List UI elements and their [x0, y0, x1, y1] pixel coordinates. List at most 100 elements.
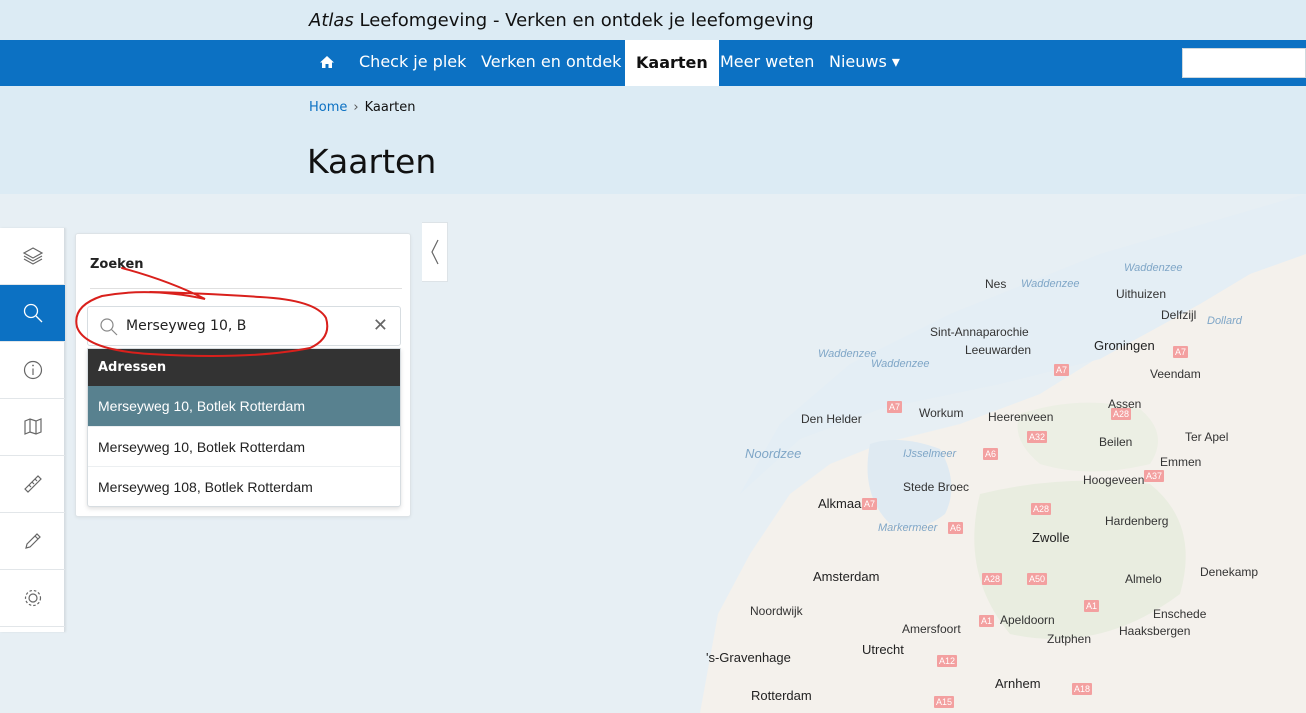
layers-icon [22, 247, 43, 265]
nav-check-je-plek[interactable]: Check je plek [359, 52, 466, 71]
map-label-place: Rotterdam [751, 688, 812, 703]
map-road-shield: A6 [948, 522, 964, 534]
home-icon[interactable] [319, 54, 335, 70]
map-label-place: Zwolle [1032, 530, 1070, 545]
map-road-shield: A7 [1173, 346, 1189, 358]
map-label-place: Veendam [1150, 367, 1201, 381]
result-item[interactable]: Merseyweg 10, Botlek Rotterdam [88, 426, 400, 466]
breadcrumb-current: Kaarten [364, 100, 416, 115]
site-title-text: Leefomgeving - Verken en ontdek je leefo… [353, 10, 814, 31]
page-title: Kaarten [307, 142, 437, 181]
site-title-brand: Atlas [309, 10, 354, 31]
map-label-water: IJsselmeer [903, 448, 957, 460]
ruler-icon [23, 475, 42, 493]
map-label-place: Hoogeveen [1083, 473, 1145, 487]
map-label-place: Workum [919, 406, 964, 420]
settings-button[interactable] [0, 570, 65, 627]
map-road-shield: A1 [1084, 600, 1100, 612]
map-label-place: Noordwijk [750, 604, 803, 618]
pencil-icon [24, 533, 41, 549]
map-road-shield: A7 [862, 498, 878, 510]
clear-search-icon[interactable]: ✕ [373, 315, 388, 336]
nav-nieuws-dropdown[interactable]: Nieuws ▾ [829, 52, 900, 71]
map-label-water: Waddenzee [1021, 278, 1080, 290]
search-icon [23, 303, 42, 323]
map-label-place: Uithuizen [1116, 287, 1167, 301]
draw-button[interactable] [0, 513, 65, 570]
divider [90, 288, 402, 289]
map-label-place: Nes [985, 277, 1007, 291]
map-road-shield: A7 [1054, 364, 1070, 376]
map-label-water: Waddenzee [818, 348, 877, 360]
map-label-place: 's-Gravenhage [706, 650, 791, 665]
map-label-place: Sint-Annaparochie [930, 325, 1029, 339]
map-label-water: Dollard [1207, 315, 1242, 327]
site-title-bar: Atlas Leefomgeving - Verken en ontdek je… [0, 0, 1306, 40]
legend-button[interactable] [0, 399, 65, 456]
map-road-shield: A37 [1144, 470, 1165, 482]
map-label-sea: Noordzee [745, 446, 802, 461]
chevron-left-icon [430, 239, 439, 265]
map-label-place: Stede Broec [903, 480, 970, 494]
search-results-dropdown: Adressen Merseyweg 10, Botlek Rotterdam … [87, 348, 401, 507]
info-button[interactable] [0, 342, 65, 399]
map-label-place: Delfzijl [1161, 308, 1197, 322]
map-label-place: Haaksbergen [1119, 624, 1191, 638]
map-label-place: Arnhem [995, 676, 1041, 691]
map-label-place: Ter Apel [1185, 430, 1229, 444]
map-label-place: Leeuwarden [965, 343, 1032, 357]
address-search-input[interactable]: Merseyweg 10, B ✕ [87, 306, 401, 346]
map-label-place: Utrecht [862, 642, 904, 657]
layers-button[interactable] [0, 228, 65, 285]
measure-button[interactable] [0, 456, 65, 513]
nav-meer-weten[interactable]: Meer weten [720, 52, 814, 71]
search-tool-button[interactable] [0, 285, 65, 342]
map-label-water: Waddenzee [871, 358, 930, 370]
settings-icon [24, 589, 41, 607]
map-road-shield: A6 [983, 448, 999, 460]
collapse-panel-button[interactable] [422, 222, 448, 282]
map-label-place: Groningen [1094, 338, 1155, 353]
site-title: Atlas Leefomgeving - Verken en ontdek je… [309, 10, 814, 31]
map-legend-icon [23, 418, 42, 435]
search-input-value[interactable]: Merseyweg 10, B [126, 318, 246, 334]
map-road-shield: A1 [979, 615, 995, 627]
info-icon [23, 360, 42, 380]
map-label-water: Markermeer [878, 522, 938, 534]
site-search-input[interactable] [1182, 48, 1306, 78]
map-road-shield: A28 [1031, 503, 1052, 515]
map-label-place: Enschede [1153, 607, 1207, 621]
map-label-place: Zutphen [1047, 632, 1092, 646]
map-road-shield: A18 [1072, 683, 1093, 695]
breadcrumb-home[interactable]: Home [309, 100, 347, 115]
map-road-shield: A15 [934, 696, 955, 708]
map-label-place: Heerenveen [988, 410, 1054, 424]
map-road-shield: A7 [887, 401, 903, 413]
nav-kaarten[interactable]: Kaarten [625, 40, 719, 86]
map-road-shield: A50 [1027, 573, 1048, 585]
map-label-place: Hardenberg [1105, 514, 1169, 528]
result-item[interactable]: Merseyweg 10, Botlek Rotterdam [88, 386, 400, 426]
map-label-place: Almelo [1125, 572, 1162, 586]
page-header: Home › Kaarten Kaarten [0, 86, 1306, 194]
main-nav: Check je plek Verken en ontdek Kaarten M… [0, 40, 1306, 86]
map-label-water: Waddenzee [1124, 262, 1183, 274]
map-road-shield: A28 [982, 573, 1003, 585]
results-group-header: Adressen [88, 349, 400, 386]
map-label-place: Apeldoorn [1000, 613, 1055, 627]
map-label-place: Denekamp [1200, 565, 1259, 579]
map-tool-rail [0, 228, 65, 632]
search-panel: Zoeken Merseyweg 10, B ✕ Adressen Mersey… [75, 233, 411, 517]
result-item[interactable]: Merseyweg 108, Botlek Rotterdam [88, 466, 400, 506]
nav-verken-en-ontdek[interactable]: Verken en ontdek [481, 52, 621, 71]
map-road-shield: A32 [1027, 431, 1048, 443]
map-label-place: Alkmaar [818, 496, 866, 511]
map-label-place: Amsterdam [813, 569, 880, 584]
map-road-shield: A12 [937, 655, 958, 667]
map-label-place: Beilen [1099, 435, 1133, 449]
map-label-place: Emmen [1160, 455, 1202, 469]
search-icon [100, 318, 118, 336]
map-label-place: Amersfoort [902, 622, 961, 636]
map-road-shield: A28 [1111, 408, 1132, 420]
breadcrumb: Home › Kaarten [309, 100, 416, 115]
